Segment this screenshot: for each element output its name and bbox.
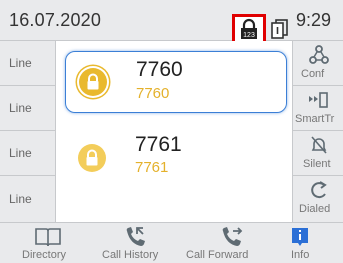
call-list: 7760 7760 7761 7761 [56,41,292,222]
redial-icon [311,181,327,199]
status-bar: 16.07.2020 123 9:29 [0,0,343,45]
line-key-label: Line [9,146,32,160]
line-keys-column: Line Line Line Line [0,41,56,222]
smart-transfer-softkey[interactable]: SmartTr [293,86,343,131]
lock-badge-text: 123 [243,32,255,39]
call-item-held[interactable]: 7761 7761 [65,126,287,188]
nav-label: Call Forward [186,249,249,261]
call-history-icon [126,227,145,246]
lock-coin-icon [79,68,107,96]
line-key-1[interactable]: Line [0,41,55,86]
line-key-3[interactable]: Line [0,131,55,176]
soft-keys-column: Conf SmartTr Silent Dialed [292,41,343,222]
call-name: 7760 [136,85,170,102]
line-key-label: Line [9,101,32,115]
lock-coin-icon [78,144,106,172]
nav-call-forward[interactable]: Call Forward [180,223,268,263]
smart-transfer-icon [309,92,328,108]
call-number: 7760 [136,58,183,81]
line-key-2[interactable]: Line [0,86,55,131]
date-label: 16.07.2020 [9,10,102,30]
line-key-4[interactable]: Line [0,176,55,221]
call-forward-icon [222,227,243,246]
silent-bell-icon [311,136,327,154]
page-badge-icon [271,19,288,39]
nav-label: Call History [102,249,159,261]
dialed-softkey[interactable]: Dialed [293,176,343,221]
softkey-label: Dialed [299,203,331,215]
line-key-label: Line [9,191,32,206]
call-number: 7761 [135,133,182,156]
nav-call-history[interactable]: Call History [92,223,178,263]
padlock-icon: 123 [241,18,257,39]
nav-label: Info [291,249,310,261]
bottom-nav-bar: Directory Call History Call Forward Info [0,222,343,263]
conference-icon [309,45,329,64]
line-key-label: Line [9,56,32,70]
time-label: 9:29 [296,10,332,30]
info-icon [292,228,308,246]
call-name: 7761 [135,159,169,176]
nav-label: Directory [22,249,67,261]
book-icon [35,228,61,247]
silent-softkey[interactable]: Silent [293,131,343,176]
softkey-label: Silent [303,158,331,170]
softkey-label: Conf [301,68,325,80]
softkey-label: SmartTr [295,113,335,125]
call-item-active[interactable]: 7760 7760 [65,51,287,113]
conference-softkey[interactable]: Conf [293,41,343,86]
nav-directory[interactable]: Directory [0,223,90,263]
nav-info[interactable]: Info [270,223,343,263]
